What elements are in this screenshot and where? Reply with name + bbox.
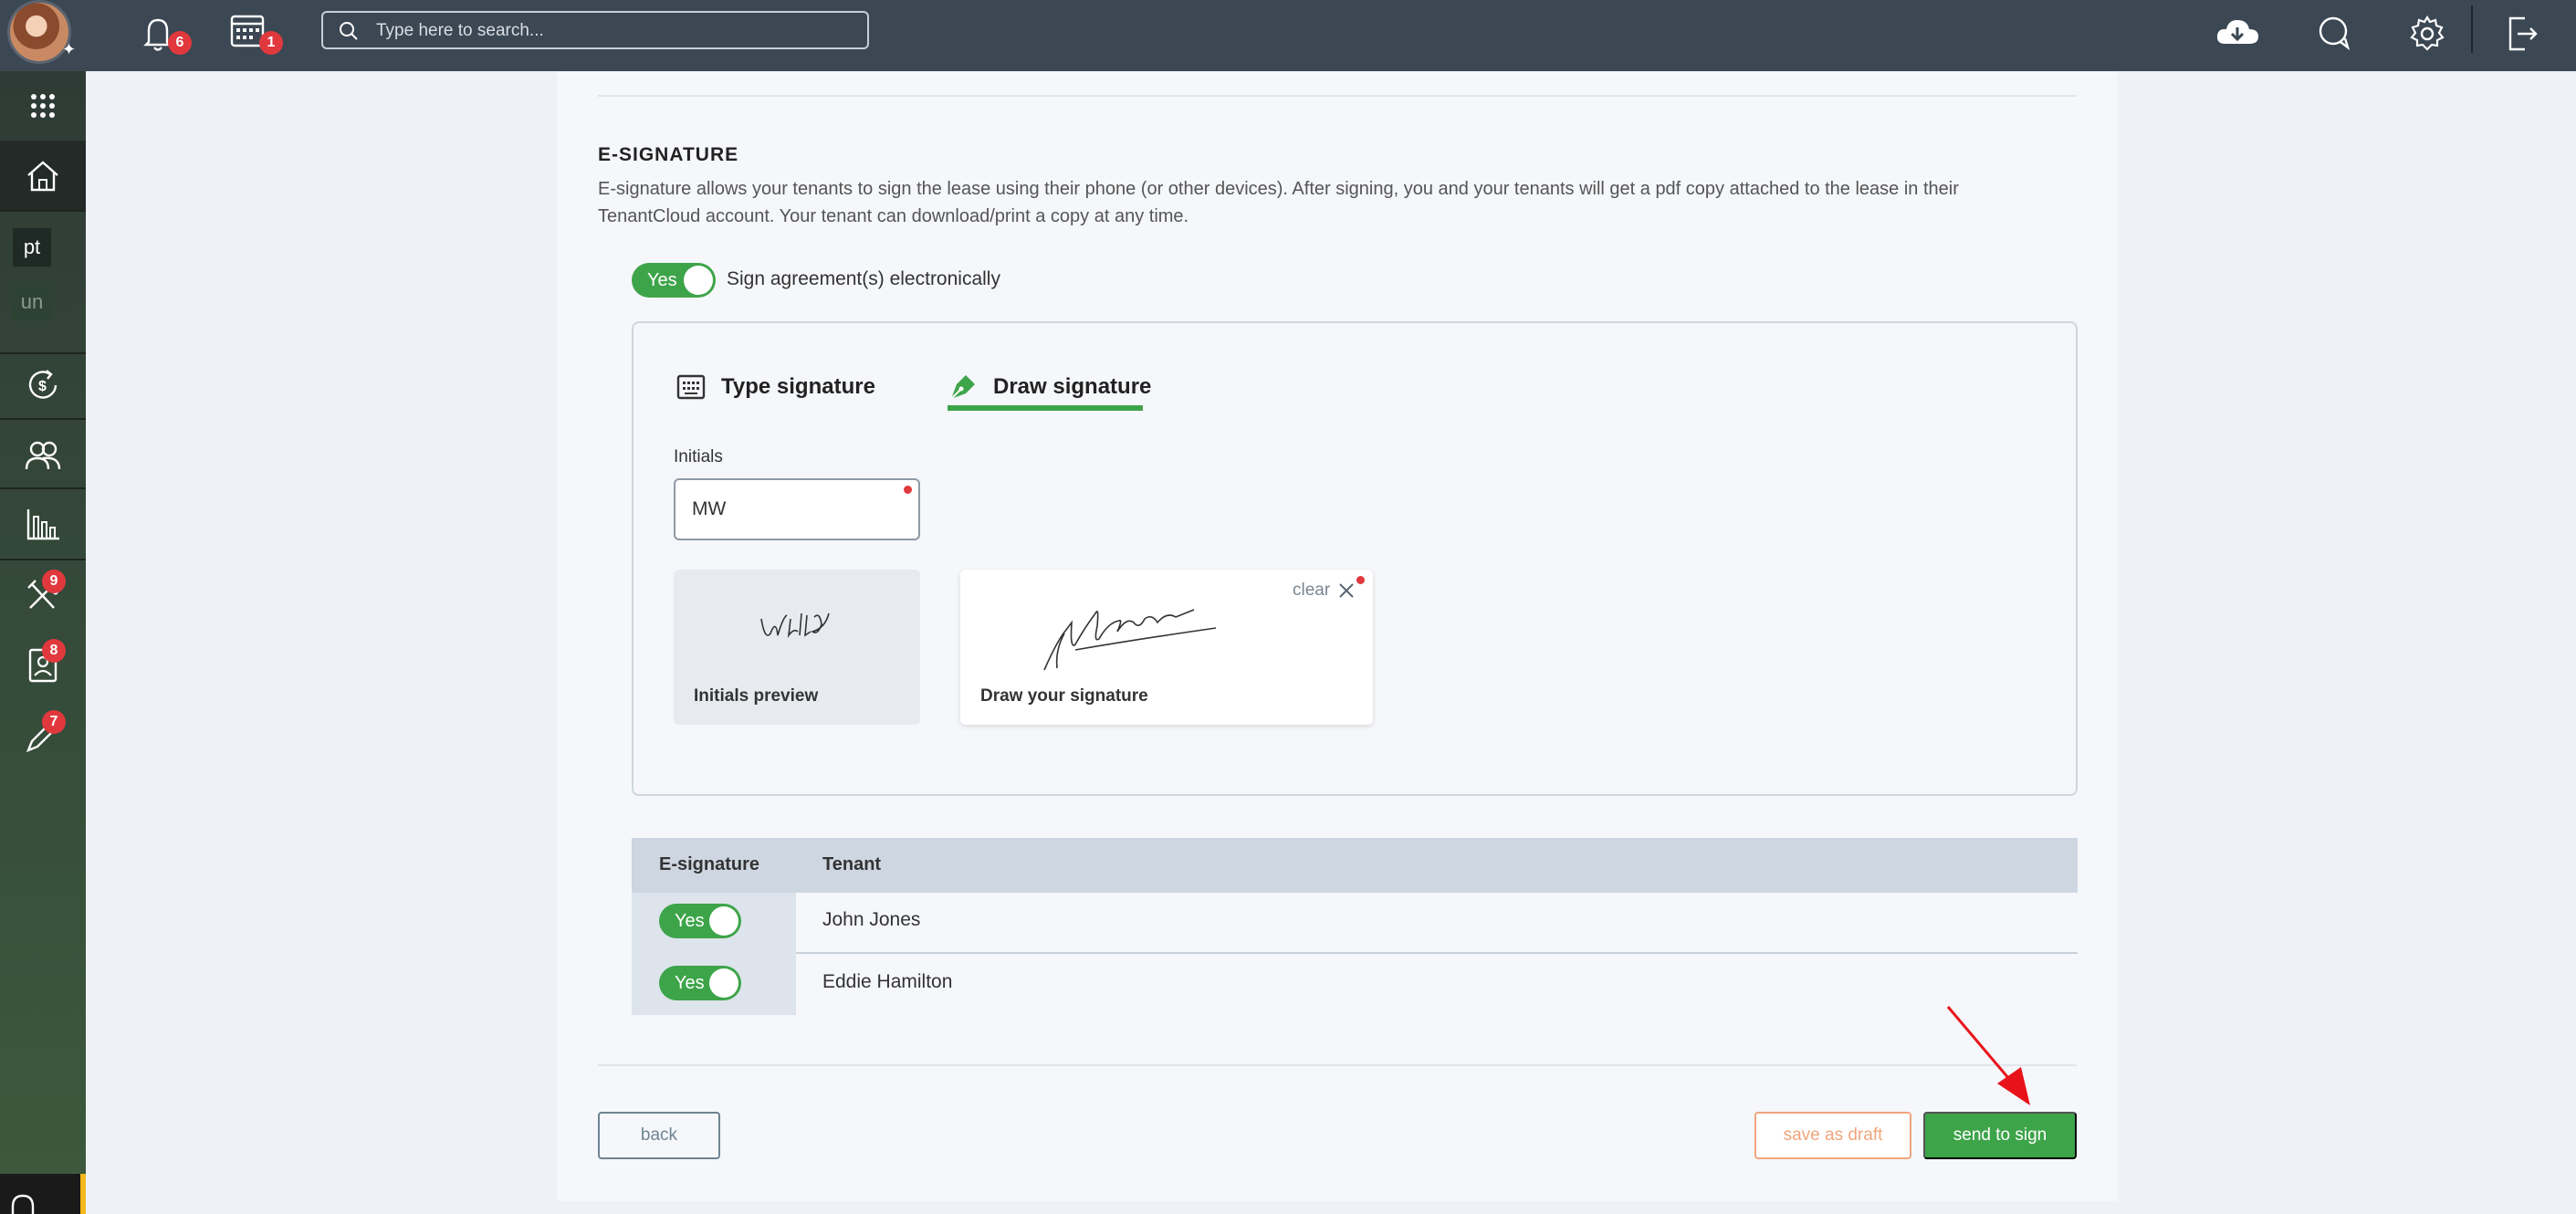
send-to-sign-button[interactable]: send to sign: [1923, 1112, 2077, 1159]
search-box[interactable]: [321, 11, 869, 49]
tab-draw-signature[interactable]: Draw signature: [948, 363, 1151, 411]
sidebar-apps-grid[interactable]: [0, 71, 86, 141]
tenant-table-header: E-signature Tenant: [632, 838, 2078, 893]
clear-label: clear: [1293, 581, 1331, 600]
toggle-knob: [709, 906, 738, 936]
support-headset-icon[interactable]: [0, 1174, 86, 1214]
column-header-esignature: E-signature: [659, 854, 760, 874]
sidebar-item-applications[interactable]: 8: [0, 630, 86, 699]
top-bar: ✦ 6 1: [0, 0, 2576, 71]
cloud-download-icon[interactable]: [2213, 9, 2262, 58]
calendar-icon[interactable]: 1: [225, 9, 283, 58]
annotation-arrow-icon: [1946, 1006, 2030, 1105]
tenant-name: John Jones: [822, 909, 921, 930]
table-row-separator: [796, 952, 2078, 954]
pin-icon: ✦: [62, 40, 77, 58]
calendar-badge: 1: [259, 31, 283, 55]
toggle-label: Yes: [675, 973, 705, 993]
close-icon: [1339, 583, 1354, 598]
esignature-description: E-signature allows your tenants to sign …: [598, 179, 1959, 226]
section-divider: [598, 1064, 2077, 1066]
chat-icon[interactable]: [2311, 9, 2361, 58]
sidebar-tag-un[interactable]: un: [13, 283, 51, 321]
tenant-name: Eddie Hamilton: [822, 971, 953, 992]
initials-preview-graphic: [760, 612, 830, 638]
topbar-divider: [2471, 5, 2473, 53]
draw-signature-caption: Draw your signature: [980, 686, 1148, 706]
initials-label: Initials: [674, 447, 723, 466]
required-indicator: [904, 486, 912, 494]
clear-signature-button[interactable]: clear: [1293, 581, 1356, 601]
settings-gear-icon[interactable]: [2403, 9, 2452, 58]
drawn-signature-graphic: [1043, 609, 1217, 671]
tab-draw-signature-label: Draw signature: [993, 374, 1152, 399]
leases-badge: 7: [42, 710, 66, 734]
toggle-label: Yes: [647, 270, 677, 290]
maintenance-badge: 9: [42, 570, 66, 593]
sidebar-tag-pt[interactable]: pt: [13, 228, 51, 267]
back-button[interactable]: back: [598, 1112, 720, 1159]
sidebar-item-people[interactable]: [0, 420, 86, 489]
initials-preview-caption: Initials preview: [694, 686, 819, 706]
initials-input[interactable]: [674, 478, 920, 540]
applications-badge: 8: [42, 639, 66, 663]
sidebar-item-leases[interactable]: 7: [0, 701, 86, 770]
sidebar-item-properties[interactable]: [0, 141, 86, 210]
required-indicator: [1356, 576, 1365, 584]
sidebar-item-payments[interactable]: $: [0, 351, 86, 420]
toggle-knob: [684, 266, 713, 295]
notifications-badge: 6: [168, 31, 192, 55]
sidebar-item-maintenance[interactable]: 9: [0, 560, 86, 630]
payments-cycle-icon: $: [28, 370, 58, 399]
svg-text:$: $: [38, 379, 47, 394]
active-tab-indicator: [948, 405, 1143, 411]
tenant-row-esign-toggle[interactable]: Yes: [659, 904, 741, 938]
fountain-pen-icon: [950, 375, 975, 400]
reports-chart-icon: [26, 509, 59, 540]
tenant-row-esign-toggle[interactable]: Yes: [659, 966, 741, 1000]
toggle-label: Yes: [675, 911, 705, 931]
column-header-tenant: Tenant: [822, 854, 882, 874]
keyboard-icon: [676, 374, 706, 400]
notifications-bell-icon[interactable]: 6: [133, 9, 192, 58]
sidebar-item-reports[interactable]: [0, 489, 86, 559]
tab-type-signature[interactable]: Type signature: [675, 363, 875, 411]
sidebar-separator: [0, 210, 86, 212]
section-divider: [598, 95, 2077, 97]
toggle-knob: [709, 968, 738, 998]
sidebar: pt un $ 9 8 7: [0, 71, 86, 1214]
save-as-draft-button[interactable]: save as draft: [1754, 1112, 1911, 1159]
house-icon: [27, 161, 58, 192]
apps-grid-icon: [31, 94, 55, 118]
search-icon: [340, 22, 358, 40]
section-title: E-SIGNATURE: [598, 144, 739, 165]
tab-type-signature-label: Type signature: [721, 374, 875, 399]
sign-electronically-toggle[interactable]: Yes: [632, 263, 716, 298]
search-input[interactable]: [376, 18, 851, 44]
initials-preview-box: Initials preview: [674, 570, 920, 725]
logout-icon[interactable]: [2497, 9, 2547, 58]
people-icon: [25, 441, 61, 470]
sign-electronically-label: Sign agreement(s) electronically: [727, 268, 1000, 289]
